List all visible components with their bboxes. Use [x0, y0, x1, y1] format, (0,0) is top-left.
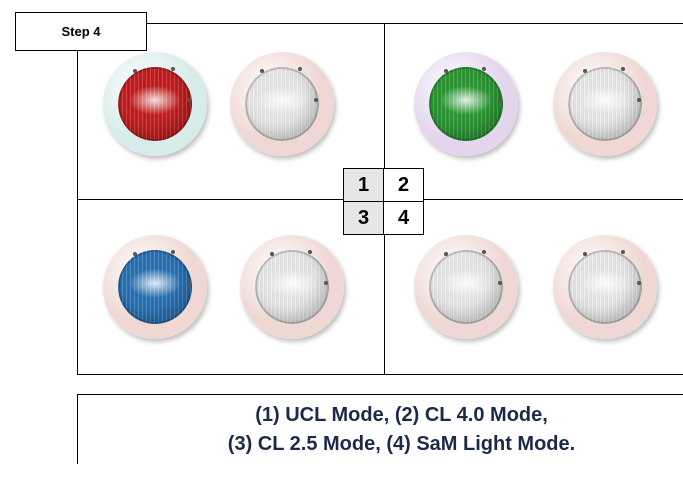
- pool-light-q4: [553, 235, 657, 339]
- pool-light-q1: [230, 52, 334, 156]
- screw-icon: [498, 281, 502, 285]
- pool-light-q3: [240, 235, 344, 339]
- screw-icon: [187, 281, 191, 285]
- screw-icon: [298, 67, 302, 71]
- screw-icon: [482, 67, 486, 71]
- screw-icon: [314, 98, 318, 102]
- screw-icon: [171, 250, 175, 254]
- screw-icon: [187, 98, 191, 102]
- light-lens: [245, 67, 319, 141]
- light-lens: [118, 67, 192, 141]
- quadrant-label-3: 3: [343, 201, 384, 235]
- step-label: Step 4: [15, 12, 147, 51]
- pool-light-q3: [103, 235, 207, 339]
- light-lens: [429, 67, 503, 141]
- pool-light-q4: [414, 235, 518, 339]
- pool-light-q2: [553, 52, 657, 156]
- light-lens: [429, 250, 503, 324]
- caption-line-2: (3) CL 2.5 Mode, (4) SaM Light Mode.: [227, 432, 576, 455]
- quadrant-label-2: 2: [383, 168, 424, 202]
- screw-icon: [260, 69, 264, 73]
- screw-icon: [171, 67, 175, 71]
- light-lens: [118, 250, 192, 324]
- screw-icon: [444, 69, 448, 73]
- screw-icon: [583, 69, 587, 73]
- screw-icon: [637, 98, 641, 102]
- screw-icon: [270, 252, 274, 256]
- caption-line-1: (1) UCL Mode, (2) CL 4.0 Mode,: [255, 403, 548, 426]
- screw-icon: [308, 250, 312, 254]
- pool-light-q1: [103, 52, 207, 156]
- light-lens: [568, 67, 642, 141]
- screw-icon: [583, 252, 587, 256]
- quadrant-label-1: 1: [343, 168, 384, 202]
- screw-icon: [637, 281, 641, 285]
- screw-icon: [482, 250, 486, 254]
- light-lens: [255, 250, 329, 324]
- pool-light-q2: [414, 52, 518, 156]
- screw-icon: [621, 67, 625, 71]
- screw-icon: [324, 281, 328, 285]
- screw-icon: [498, 98, 502, 102]
- screw-icon: [621, 250, 625, 254]
- mode-caption: (1) UCL Mode, (2) CL 4.0 Mode, (3) CL 2.…: [77, 394, 683, 464]
- light-lens: [568, 250, 642, 324]
- quadrant-label-4: 4: [383, 201, 424, 235]
- screw-icon: [133, 69, 137, 73]
- screw-icon: [444, 252, 448, 256]
- screw-icon: [133, 252, 137, 256]
- quadrant-number-grid: 1 2 3 4: [343, 168, 424, 235]
